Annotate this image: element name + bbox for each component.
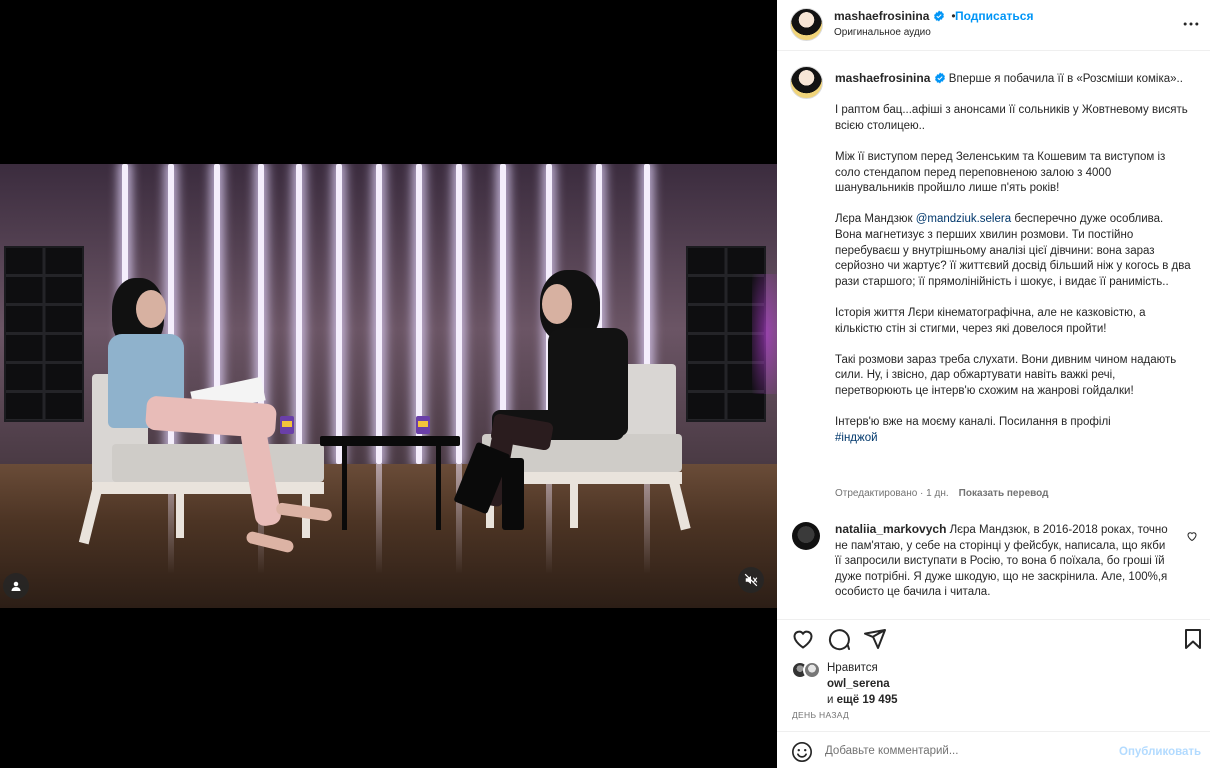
post-date[interactable]: День назад (792, 710, 849, 720)
likes-section: Нравится owl_serena и ещё 19 495 День на… (777, 659, 1210, 731)
verified-badge-icon (934, 72, 945, 84)
caption-meta: Отредактировано · 1 дн. Показать перевод (835, 488, 1048, 499)
commenter-username[interactable]: nataliia_markovych (835, 522, 946, 536)
original-audio-link[interactable]: Оригинальное аудио (834, 27, 931, 38)
video-frame[interactable] (0, 164, 777, 608)
mute-icon (744, 573, 758, 587)
caption-paragraph: Історія життя Лєри кінематографічна, але… (835, 306, 1146, 335)
guest-figure (430, 270, 630, 580)
show-translation-button[interactable]: Показать перевод (959, 488, 1049, 499)
tagged-users-button[interactable] (3, 573, 29, 599)
more-horizontal-icon[interactable] (1181, 14, 1201, 34)
emoji-icon[interactable] (791, 741, 813, 763)
caption-paragraph: І раптом бац...афіші з анонсами її сольн… (835, 104, 1188, 132)
hashtag-link[interactable]: #інджой (835, 432, 878, 444)
light-bar (376, 164, 382, 464)
caption-paragraph: Такі розмови зараз треба слухати. Вони д… (835, 353, 1177, 397)
comment-like-icon[interactable] (1186, 530, 1198, 542)
post-header: mashaefrosinina • Подписаться Оригинальн… (777, 0, 1210, 51)
caption-paragraph: Інтерв'ю вже на моєму каналі. Посилання … (835, 415, 1191, 446)
comment-item: nataliia_markovych Лєра Мандзюк, в 2016-… (835, 522, 1171, 601)
liker-username[interactable]: owl_serena (827, 678, 890, 690)
share-icon[interactable] (863, 627, 887, 651)
bookmark-icon[interactable] (1181, 627, 1205, 651)
comments-scroll-area[interactable]: mashaefrosinina Вперше я побачила її в «… (777, 52, 1210, 618)
caption-paragraph: Лєра Мандзюк @mandziuk.selera беспеpечно… (835, 212, 1191, 290)
caption-text: Інтерв'ю вже на моєму каналі. Посилання … (835, 416, 1111, 429)
likes-and: и (827, 694, 837, 706)
commenter-avatar[interactable] (792, 522, 820, 550)
verified-badge-icon (934, 10, 945, 22)
interviewer-figure (96, 276, 346, 556)
caption-lead-text: Вперше я побачила її в «Розсміши коміка»… (948, 73, 1183, 85)
comment-icon[interactable] (827, 627, 851, 651)
add-comment-bar: Опубликовать (777, 731, 1210, 768)
likes-count[interactable]: и ещё 19 495 (827, 694, 898, 706)
edited-timestamp: Отредактировано · 1 дн. (835, 488, 949, 499)
caption-paragraph: Між її виступом перед Зеленським та Коше… (835, 150, 1166, 195)
user-tag-icon (11, 581, 21, 591)
caption-author-username[interactable]: mashaefrosinina (835, 71, 930, 85)
post-actions-bar (777, 619, 1210, 659)
mention-link[interactable]: @mandziuk.selera (916, 213, 1011, 225)
cup (416, 416, 430, 434)
caption-author-avatar[interactable] (790, 66, 823, 99)
author-name-block: mashaefrosinina • (834, 9, 956, 23)
heart-icon[interactable] (791, 627, 815, 651)
author-avatar[interactable] (790, 8, 823, 41)
follow-button[interactable]: Подписаться (955, 9, 1033, 23)
post-details-panel: mashaefrosinina • Подписаться Оригинальн… (777, 0, 1210, 768)
purple-light (752, 274, 777, 394)
post-caption: mashaefrosinina Вперше я побачила її в «… (835, 71, 1191, 462)
liker-avatars[interactable] (791, 661, 825, 681)
floor-reflection (376, 464, 382, 574)
video-area[interactable] (0, 0, 777, 768)
instagram-post-modal: mashaefrosinina • Подписаться Оригинальн… (0, 0, 1210, 768)
publish-comment-button[interactable]: Опубликовать (1119, 746, 1201, 758)
liker-avatar (803, 661, 821, 679)
author-username[interactable]: mashaefrosinina (834, 9, 929, 23)
caption-text: Лєра Мандзюк (835, 213, 916, 226)
likes-label: Нравится (827, 662, 878, 674)
comment-input[interactable] (825, 741, 1115, 761)
mute-button[interactable] (738, 567, 764, 593)
likes-more-count: ещё 19 495 (836, 694, 898, 706)
